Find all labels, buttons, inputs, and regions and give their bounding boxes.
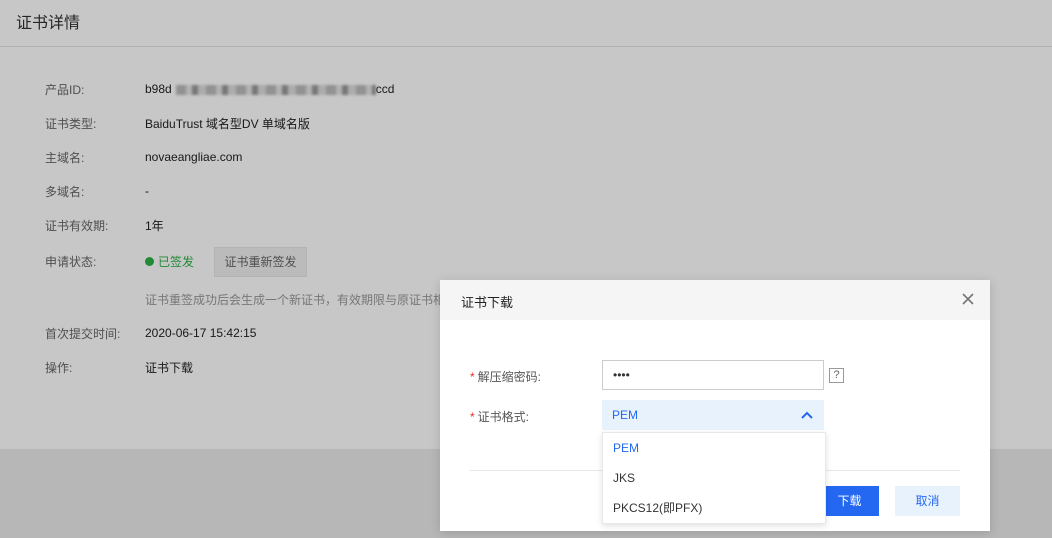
format-dropdown: PEM JKS PKCS12(即PFX) bbox=[602, 432, 826, 524]
format-label-text: 证书格式: bbox=[477, 410, 530, 424]
format-row: * 证书格式: PEM bbox=[440, 400, 990, 430]
format-label: * 证书格式: bbox=[470, 408, 529, 425]
format-select[interactable]: PEM bbox=[602, 400, 824, 430]
format-option-pkcs12[interactable]: PKCS12(即PFX) bbox=[603, 493, 825, 523]
chevron-up-icon bbox=[801, 411, 813, 419]
password-label: * 解压缩密码: bbox=[470, 368, 541, 385]
password-label-text: 解压缩密码: bbox=[477, 370, 542, 384]
password-input[interactable]: •••• bbox=[602, 360, 824, 390]
help-icon[interactable]: ? bbox=[829, 368, 844, 383]
required-mark: * bbox=[470, 370, 475, 384]
format-selected-value: PEM bbox=[612, 408, 639, 422]
close-icon[interactable] bbox=[960, 290, 976, 308]
format-option-jks[interactable]: JKS bbox=[603, 463, 825, 493]
cancel-button[interactable]: 取消 bbox=[895, 486, 960, 516]
password-row: * 解压缩密码: •••• ? bbox=[440, 360, 990, 390]
required-mark: * bbox=[470, 410, 475, 424]
format-option-pem[interactable]: PEM bbox=[603, 433, 825, 463]
download-button[interactable]: 下载 bbox=[820, 486, 879, 516]
dialog-header: 证书下载 bbox=[440, 280, 990, 320]
dialog-title: 证书下载 bbox=[461, 295, 514, 310]
